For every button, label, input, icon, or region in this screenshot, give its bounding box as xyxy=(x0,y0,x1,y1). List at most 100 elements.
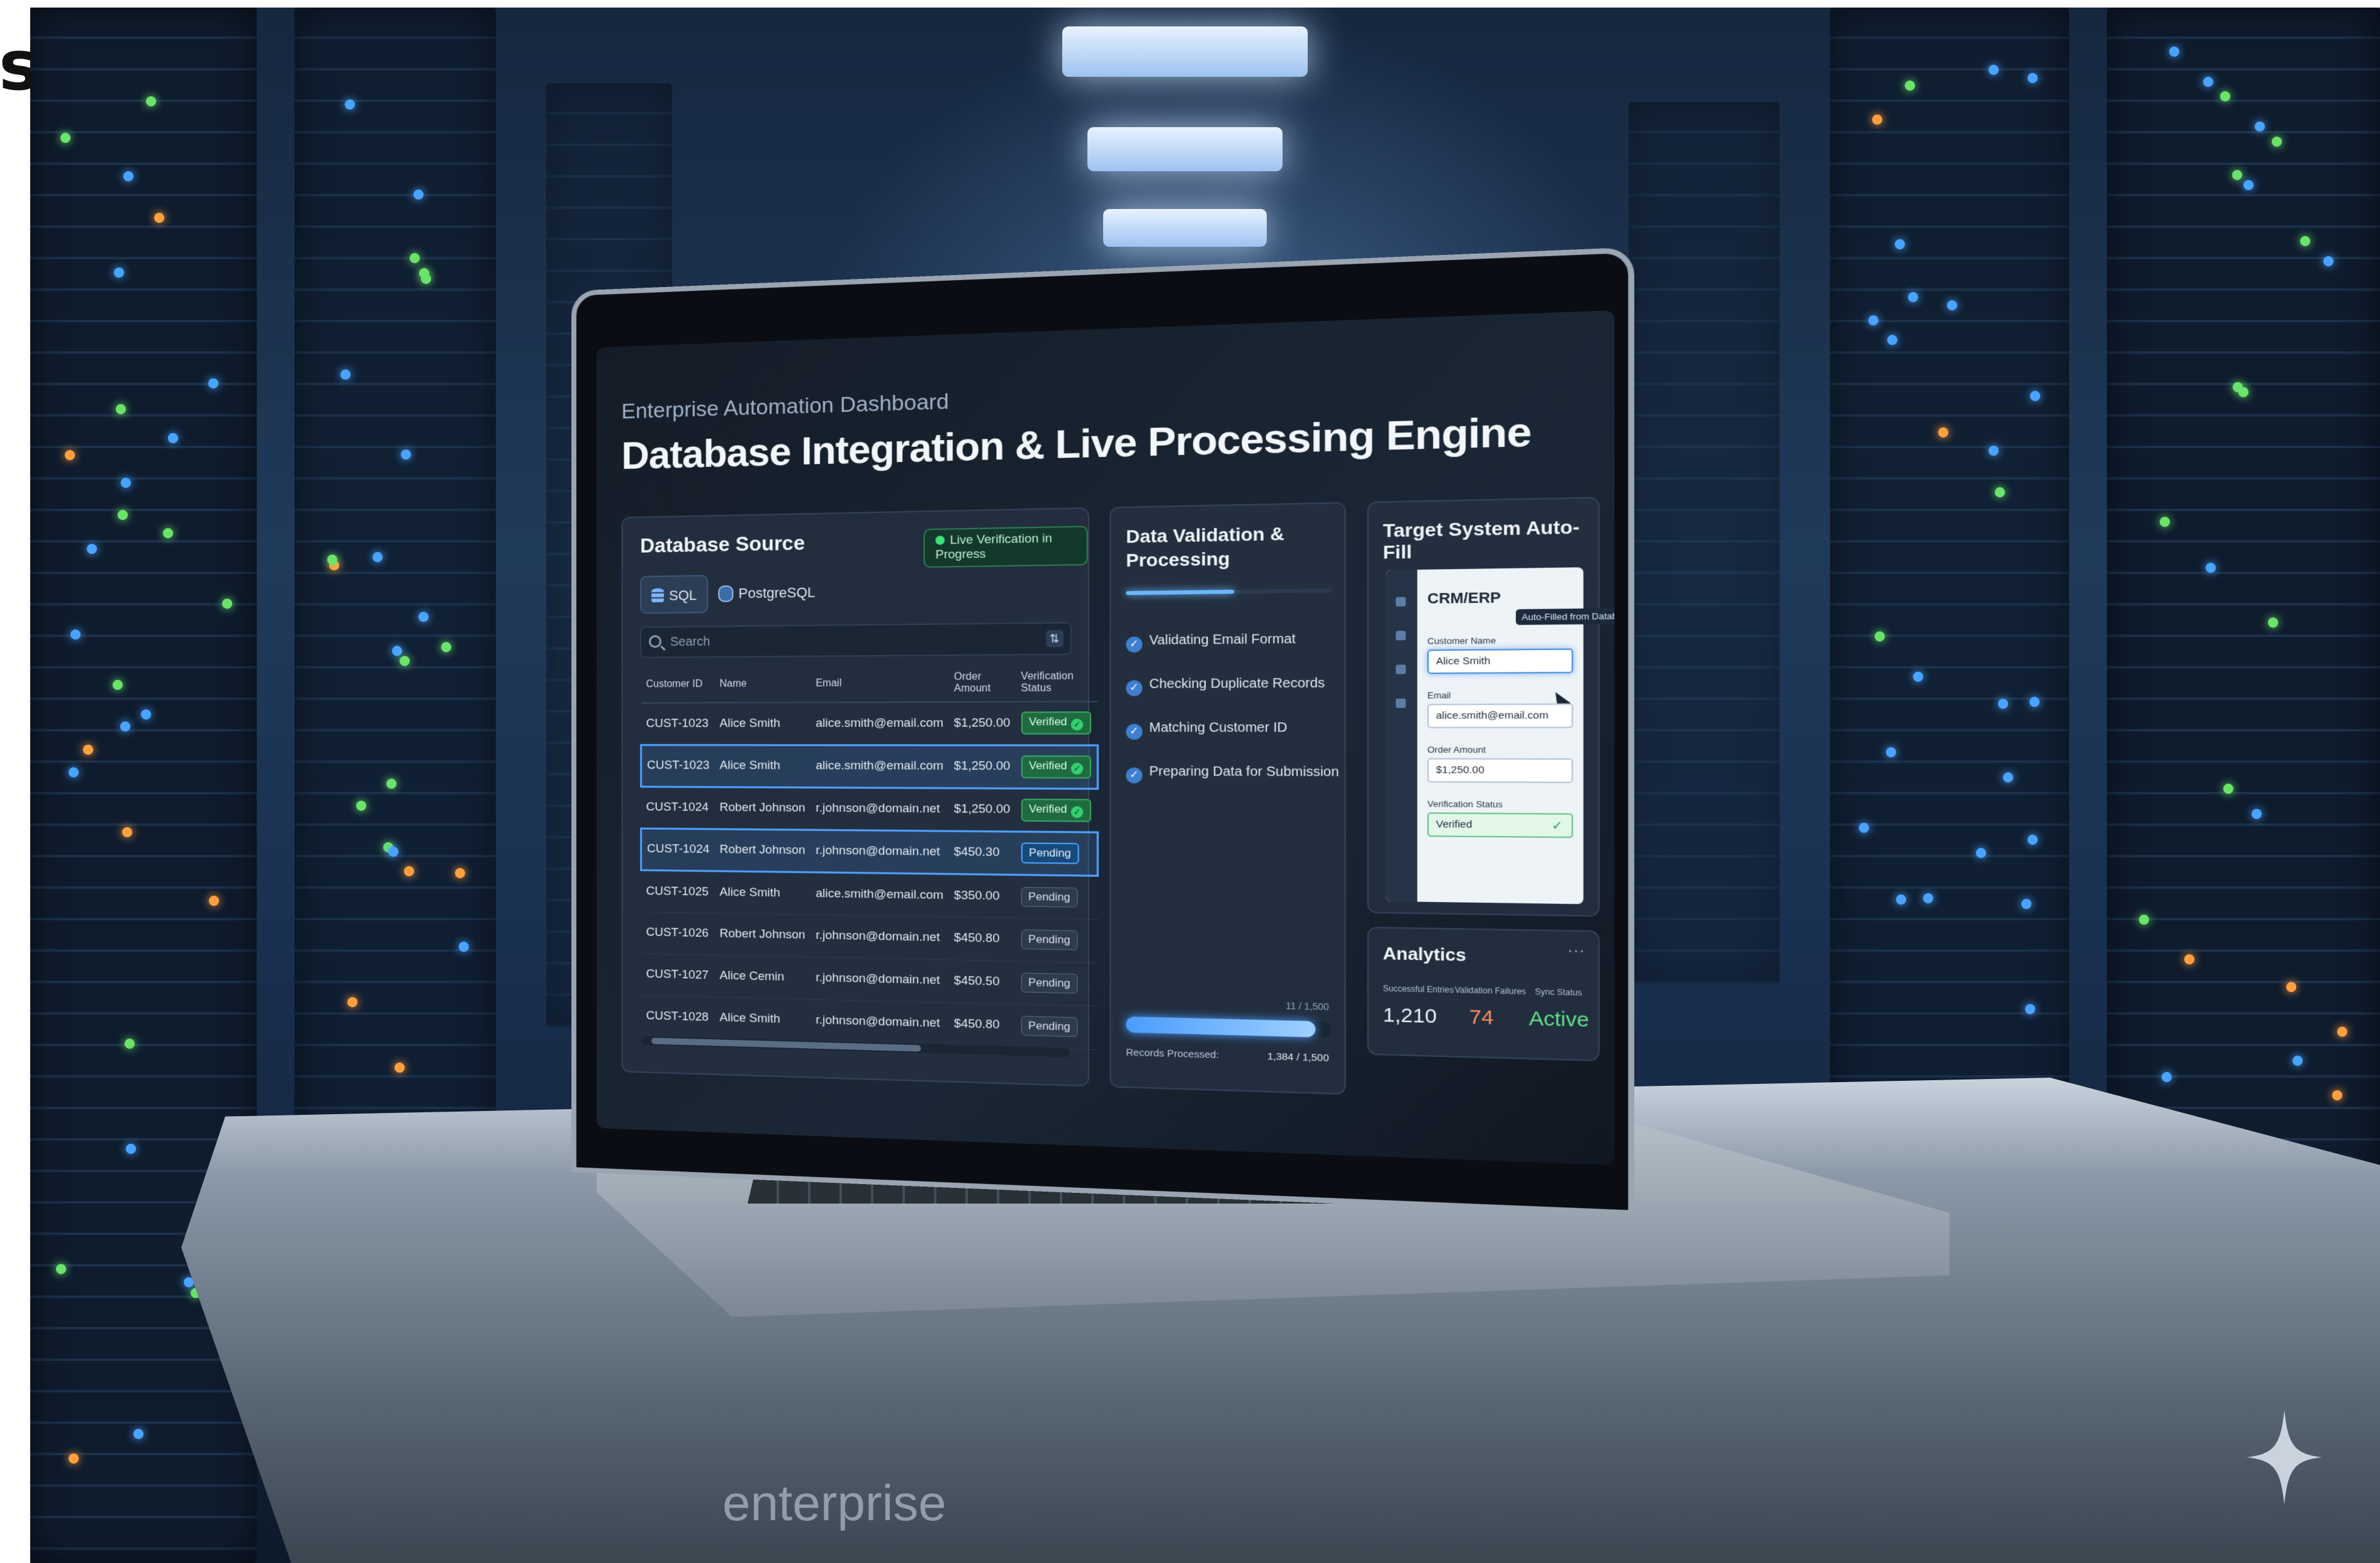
validation-processing-panel: Data Validation & Processing ✓ Validating… xyxy=(1109,502,1346,1095)
rack-led xyxy=(2159,516,2170,527)
rack-led xyxy=(2292,1055,2303,1066)
rack-led xyxy=(208,378,219,388)
rack-led xyxy=(64,450,75,460)
rack-led xyxy=(454,868,465,879)
records-processed-count: 1,384 / 1,500 xyxy=(1267,1051,1329,1064)
server-rack-right-far xyxy=(1629,102,1780,983)
step-duplicates: ✓ Checking Duplicate Records xyxy=(1126,676,1325,696)
cell-status: Pending xyxy=(1015,874,1098,919)
search-icon xyxy=(649,635,662,648)
sort-icon[interactable] xyxy=(1046,629,1064,648)
verification-status-field[interactable]: Verified ✓ xyxy=(1427,812,1573,838)
postgresql-icon xyxy=(718,585,734,602)
step-label: Checking Duplicate Records xyxy=(1149,675,1325,692)
more-options-icon[interactable]: ··· xyxy=(1567,941,1585,961)
processing-stage-bar xyxy=(1126,588,1332,595)
verification-status-value: Verified xyxy=(1435,818,1473,831)
check-icon: ✓ xyxy=(1071,806,1084,818)
table-row[interactable]: CUST-1025 Alice Smith alice.smith@email.co… xyxy=(641,869,1098,919)
status-label: Verified xyxy=(1029,715,1067,728)
crm-nav-icon[interactable] xyxy=(1395,698,1406,708)
rack-led xyxy=(162,528,173,539)
step-label: Matching Customer ID xyxy=(1149,720,1288,735)
status-badge: Pending xyxy=(1021,929,1078,951)
rack-led xyxy=(2323,256,2333,266)
table-row[interactable]: CUST-1023 Alice Smith alice.smith@email.co… xyxy=(641,745,1098,789)
rack-led xyxy=(1912,671,1923,682)
records-progress-fill xyxy=(1126,1016,1316,1037)
rack-led xyxy=(1989,445,1999,456)
verification-status-label: Verification Status xyxy=(1427,798,1503,810)
rack-led xyxy=(69,767,79,777)
status-label: Pending xyxy=(1028,889,1070,903)
table-header-row: Customer ID Name Email Order Amount Veri… xyxy=(641,663,1098,703)
cell-amount: $450.50 xyxy=(948,959,1016,1004)
check-icon: ✓ xyxy=(1071,762,1084,775)
rack-led xyxy=(2231,170,2242,181)
check-icon: ✓ xyxy=(1071,718,1084,731)
check-icon: ✓ xyxy=(1126,680,1143,696)
column-header[interactable]: Name xyxy=(714,665,811,703)
column-header[interactable]: Email xyxy=(810,665,949,703)
status-label: Pending xyxy=(1028,933,1070,947)
order-amount-field[interactable]: $1,250.00 xyxy=(1427,758,1573,784)
rack-led xyxy=(391,645,402,656)
cell-name: Robert Johnson xyxy=(714,913,811,957)
cell-email: alice.smith@email.com xyxy=(810,745,949,788)
cell-email: r.johnson@domain.net xyxy=(810,829,949,874)
rack-led xyxy=(2138,914,2149,925)
live-verification-badge: Live Verification in Progress xyxy=(923,526,1088,568)
cell-name: Alice Smith xyxy=(714,702,811,745)
rack-led xyxy=(2271,136,2282,147)
rack-led xyxy=(112,680,123,690)
cell-status: Verified ✓ xyxy=(1015,701,1098,745)
customer-name-field[interactable]: Alice Smith xyxy=(1427,648,1573,674)
processing-stage-fill xyxy=(1126,589,1235,595)
rack-led xyxy=(2024,1003,2035,1014)
table-row[interactable]: CUST-1024 Robert Johnson r.johnson@domain.… xyxy=(641,828,1098,876)
rack-led xyxy=(2184,954,2194,965)
search-input[interactable]: Search xyxy=(640,622,1072,658)
crm-nav-icon[interactable] xyxy=(1395,597,1406,607)
column-header[interactable]: Verification Status xyxy=(1015,663,1098,702)
check-icon: ✓ xyxy=(1126,636,1143,653)
check-icon: ✓ xyxy=(1126,767,1143,784)
cell-email: r.johnson@domain.net xyxy=(810,787,949,831)
column-header[interactable]: Order Amount xyxy=(948,664,1016,703)
email-field[interactable]: alice.smith@email.com xyxy=(1427,703,1573,728)
cell-amount: $1,250.00 xyxy=(948,787,1016,832)
rack-led xyxy=(2021,898,2031,909)
rack-led xyxy=(86,543,97,554)
table-row[interactable]: CUST-1024 Robert Johnson r.johnson@domain.… xyxy=(641,786,1098,832)
validation-failures-value: 74 xyxy=(1469,1006,1494,1029)
rack-led xyxy=(2243,180,2254,191)
status-badge: Pending xyxy=(1021,973,1078,994)
cell-amount: $450.30 xyxy=(948,830,1016,875)
cell-id: CUST-1027 xyxy=(641,953,715,997)
rack-led xyxy=(2028,834,2038,845)
rack-led xyxy=(409,252,420,263)
crm-nav-icon[interactable] xyxy=(1395,664,1406,674)
customer-name-label: Customer Name xyxy=(1427,635,1496,646)
crm-nav-icon[interactable] xyxy=(1395,631,1406,641)
tab-sql[interactable]: SQL xyxy=(640,575,709,614)
cell-status: Verified ✓ xyxy=(1015,788,1098,832)
table-row[interactable]: CUST-1023 Alice Smith alice.smith@email.co… xyxy=(641,701,1098,745)
status-badge: Verified ✓ xyxy=(1021,755,1092,779)
cell-status: Pending xyxy=(1015,917,1098,962)
tab-postgresql[interactable]: PostgreSQL xyxy=(708,573,826,613)
metric-label: Successful Entries xyxy=(1383,983,1454,995)
records-top-counter: 11 / 1,500 xyxy=(1286,1000,1329,1012)
rack-led xyxy=(399,655,410,666)
rack-led xyxy=(121,827,132,837)
status-badge: Pending xyxy=(1021,886,1078,908)
rack-led xyxy=(2002,772,2013,783)
rack-led xyxy=(441,641,451,652)
column-header[interactable]: Customer ID xyxy=(641,666,715,703)
database-icon xyxy=(651,588,665,604)
tab-postgresql-label: PostgreSQL xyxy=(738,584,816,602)
cell-status: Verified ✓ xyxy=(1015,745,1098,789)
cell-name: Alice Cemin xyxy=(714,954,811,1000)
target-title: Target System Auto-Fill xyxy=(1383,516,1580,563)
server-rack-right-mid xyxy=(1830,8,2069,1141)
